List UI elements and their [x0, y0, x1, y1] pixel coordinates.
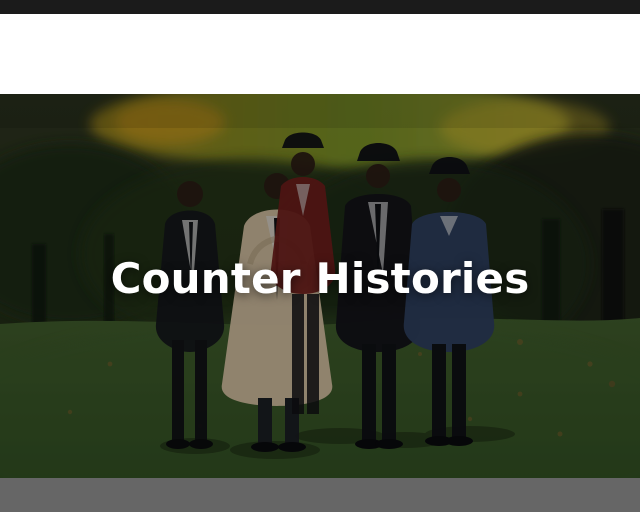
hero-top-band [0, 94, 640, 128]
page-title: Counter Histories [110, 254, 530, 303]
header-band [0, 14, 640, 94]
top-strip [0, 0, 640, 14]
bottom-bar [0, 478, 640, 512]
hero-banner: Counter Histories [0, 94, 640, 478]
